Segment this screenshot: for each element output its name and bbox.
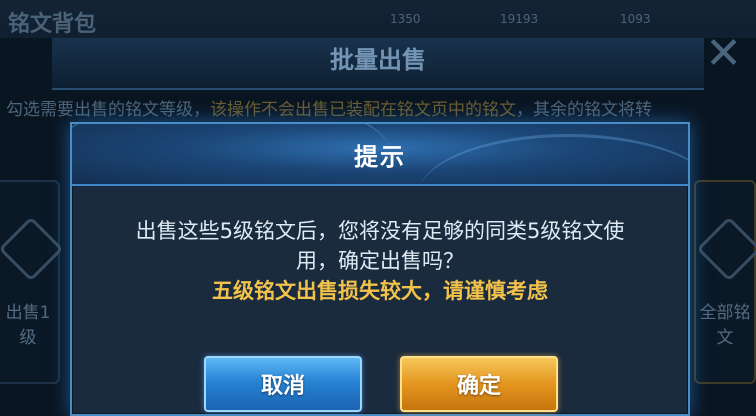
confirm-button[interactable]: 确定 — [400, 356, 558, 412]
confirm-dialog: 提示 出售这些5级铭文后，您将没有足够的同类5级铭文使 用，确定出售吗？ 五级铭… — [70, 122, 690, 416]
dialog-message: 出售这些5级铭文后，您将没有足够的同类5级铭文使 用，确定出售吗？ 五级铭文出售… — [72, 216, 688, 306]
stat-value: 1093 — [620, 12, 651, 26]
level-card-label: 出售1级 — [5, 303, 51, 348]
warning-text: 五级铭文出售损失较大，请谨慎考虑 — [212, 279, 548, 303]
level-card-label: 全部铭文 — [699, 303, 751, 348]
message-line-2: 用，确定出售吗？ — [296, 249, 464, 273]
description-text: 勾选需要出售的铭文等级， — [6, 100, 210, 120]
inscription-level-icon — [0, 216, 64, 282]
batch-sell-description: 勾选需要出售的铭文等级，该操作不会出售已装配在铭文页中的铭文，其余的铭文将转 — [6, 98, 756, 122]
description-tail: ，其余的铭文将转 — [516, 100, 652, 120]
panel-title: 铭文背包 — [8, 12, 97, 37]
stat-value: 1350 — [390, 12, 421, 26]
level-card-left[interactable]: 出售1级 — [0, 180, 64, 384]
message-line-1: 出售这些5级铭文后，您将没有足够的同类5级铭文使 — [135, 219, 625, 243]
batch-sell-title: 批量出售 — [330, 46, 426, 74]
stat-value: 19193 — [500, 12, 539, 26]
description-warning: 该操作不会出售已装配在铭文页中的铭文 — [210, 100, 516, 120]
cancel-button[interactable]: 取消 — [204, 356, 362, 412]
dialog-titlebar: 提示 — [72, 124, 688, 186]
inscription-level-icon — [696, 216, 756, 282]
dialog-title: 提示 — [354, 143, 406, 171]
level-card-right[interactable]: 全部铭文 — [694, 180, 756, 384]
close-icon[interactable]: ✕ — [705, 32, 742, 76]
